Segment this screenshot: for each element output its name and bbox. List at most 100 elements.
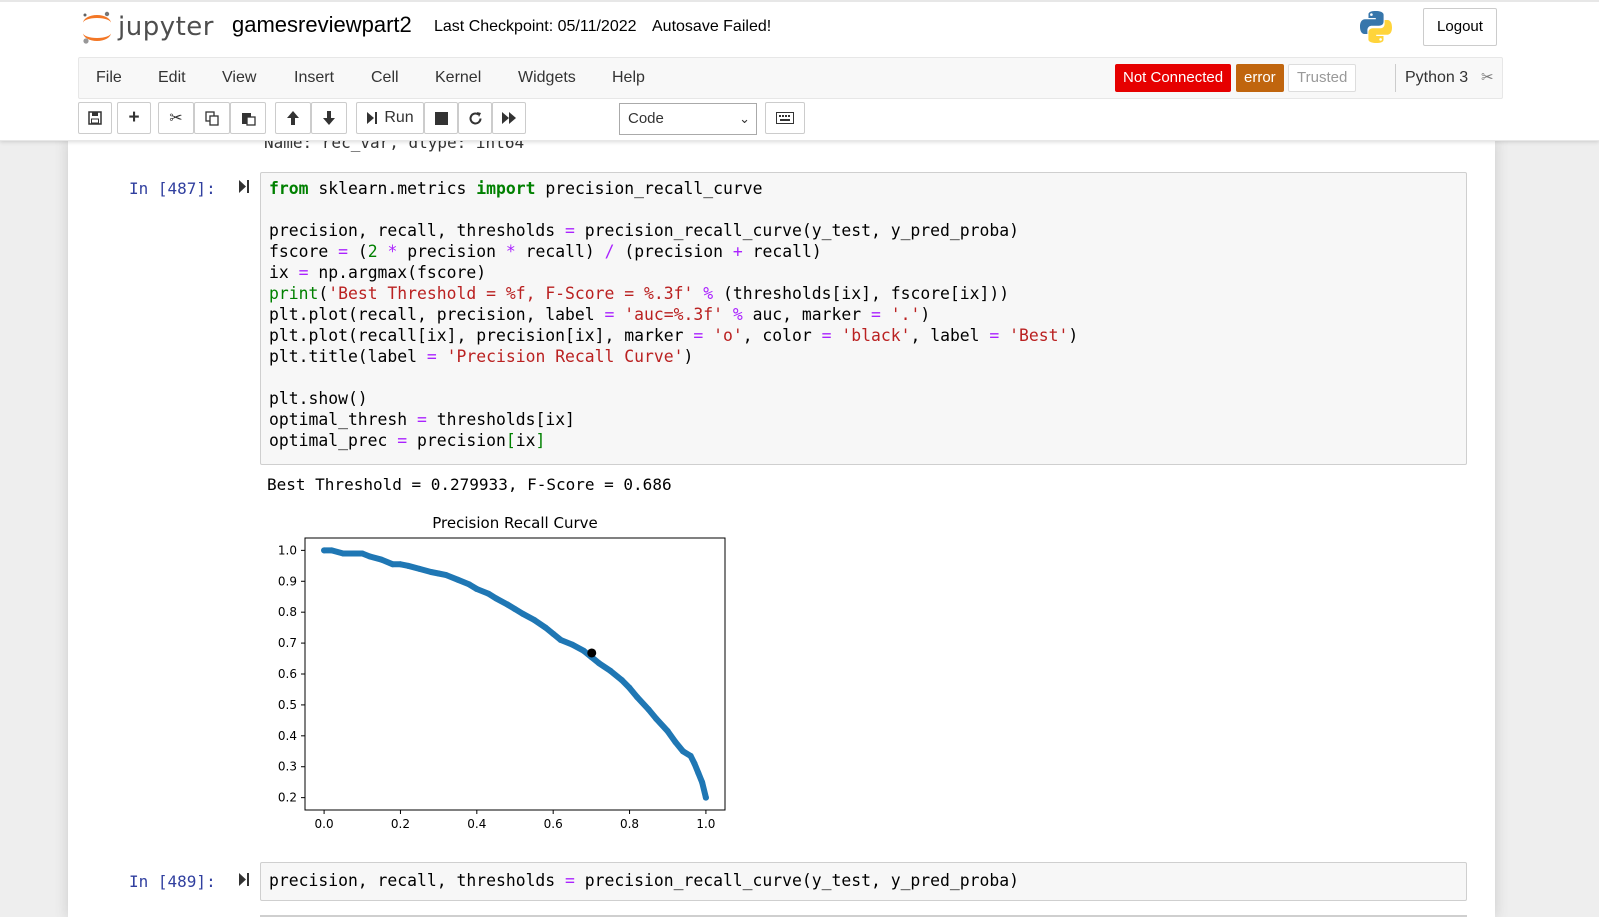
cut-button[interactable]: ✂ (158, 102, 194, 134)
code-line: optimal_prec = precision[ix] (269, 431, 546, 450)
code-line: plt.plot(recall[ix], precision[ix], mark… (269, 326, 1079, 345)
pr-curve-point (618, 677, 625, 684)
cell-prompt: In [487]: (129, 179, 216, 198)
run-cell-icon[interactable] (238, 179, 250, 198)
menu-insert[interactable]: Insert (294, 69, 334, 87)
checkpoint-status: Last Checkpoint: 05/11/2022 (434, 18, 637, 35)
code-line: fscore = (2 * precision * recall) / (pre… (269, 242, 822, 261)
jupyter-logo-icon (83, 11, 111, 44)
menu-file[interactable]: File (96, 69, 122, 87)
pr-curve-point (580, 647, 587, 654)
code-line: precision, recall, thresholds = precisio… (269, 221, 1019, 240)
pr-curve-point (569, 641, 576, 648)
restart-button[interactable] (458, 102, 492, 134)
pr-curve-point (687, 752, 694, 759)
precision-recall-chart: Precision Recall Curve 0.0 0.2 0.4 0.6 0.8 1.0… (268, 508, 728, 843)
move-up-button[interactable] (275, 102, 311, 134)
autosave-status: Autosave Failed! (652, 18, 772, 35)
pr-curve-point (359, 550, 366, 557)
save-button[interactable] (78, 102, 112, 134)
pr-curve-point (473, 586, 480, 592)
cell-type-select[interactable]: Code ⌄ (619, 103, 757, 135)
y-tick-label: 1.0 (278, 543, 297, 557)
chart-svg: Precision Recall Curve 0.0 0.2 0.4 0.6 0.8 1.0… (278, 514, 726, 831)
code-line: ix = np.argmax(fscore) (269, 263, 487, 282)
code-line: plt.show() (269, 389, 368, 408)
pr-curve-point (454, 576, 461, 583)
run-cell-icon[interactable] (238, 872, 250, 891)
y-tick-label: 0.9 (278, 574, 297, 588)
y-tick-label: 0.4 (278, 729, 297, 743)
menu-kernel[interactable]: Kernel (435, 69, 481, 87)
code-line: plt.title(label = 'Precision Recall Curv… (269, 347, 694, 366)
menu-view[interactable]: View (222, 69, 256, 87)
code-line: print('Best Threshold = %f, F-Score = %.… (269, 284, 1010, 303)
trusted-badge[interactable]: Trusted (1288, 64, 1357, 92)
notebook-header: jupyter gamesreviewpart2 Last Checkpoint… (0, 0, 1599, 141)
refresh-icon (469, 111, 481, 124)
y-tick-label: 0.8 (278, 605, 297, 619)
insert-cell-button[interactable]: + (117, 102, 151, 134)
y-tick-label: 0.6 (278, 667, 297, 681)
arrow-down-icon (323, 111, 335, 125)
y-tick-label: 0.2 (278, 791, 297, 805)
pr-curve-point (466, 581, 473, 588)
kernel-disconnected-icon: ✂ (1481, 69, 1494, 86)
pr-curve-point (699, 779, 706, 786)
y-tick-label: 0.3 (278, 760, 297, 774)
restart-run-all-button[interactable] (492, 102, 526, 134)
python-logo-icon (1358, 9, 1394, 50)
cell-prompt: In [489]: (129, 872, 216, 891)
x-tick-label: 1.0 (696, 817, 715, 831)
code-cell-input[interactable]: from sklearn.metrics import precision_re… (260, 172, 1467, 465)
jupyter-logo-text: jupyter (118, 12, 214, 42)
error-badge[interactable]: error (1236, 64, 1284, 92)
pr-curve-point (519, 610, 526, 617)
best-threshold-point (587, 648, 597, 658)
pr-curve-point (645, 706, 652, 713)
pr-curve-point (397, 561, 404, 568)
copy-button[interactable] (194, 102, 230, 134)
plot-area (304, 537, 726, 811)
top-border (0, 0, 1599, 2)
menu-cell[interactable]: Cell (371, 69, 399, 87)
chart-title: Precision Recall Curve (432, 514, 597, 532)
code-line: plt.plot(recall, precision, label = 'auc… (269, 305, 931, 324)
pr-curve-point (328, 547, 335, 554)
kernel-divider (1395, 64, 1396, 92)
pr-curve-point (405, 562, 412, 569)
pr-curve-point (492, 595, 499, 602)
move-down-button[interactable] (311, 102, 347, 134)
command-palette-button[interactable] (765, 102, 805, 134)
pr-curve-point (550, 630, 557, 637)
x-tick-label: 0.2 (391, 817, 410, 831)
pr-curve-point (596, 660, 602, 667)
paste-button[interactable] (230, 102, 266, 134)
cell-type-value: Code (628, 110, 664, 127)
kernel-name: Python 3 (1405, 69, 1469, 86)
y-tick-label: 0.7 (278, 636, 297, 650)
not-connected-badge[interactable]: Not Connected (1115, 64, 1232, 92)
pr-curve-point (504, 601, 511, 608)
code-line: optimal_thresh = thresholds[ix] (269, 410, 575, 429)
pr-curve-point (435, 570, 442, 577)
scissors-icon: ✂ (169, 110, 183, 127)
plus-icon: + (128, 107, 140, 128)
notebook-name[interactable]: gamesreviewpart2 (232, 12, 412, 38)
run-button[interactable]: Run (356, 102, 424, 134)
menu-widgets[interactable]: Widgets (518, 69, 576, 87)
pr-curve-point (340, 550, 347, 557)
interrupt-button[interactable] (424, 102, 458, 134)
menu-help[interactable]: Help (612, 69, 645, 87)
menubar: File Edit View Insert Cell Kernel Widget… (78, 57, 1503, 99)
run-label: Run (384, 109, 414, 126)
pr-curve-point (428, 569, 434, 575)
code-cell-input[interactable]: precision, recall, thresholds = precisio… (260, 862, 1467, 901)
step-forward-icon (367, 112, 378, 124)
pr-curve-point (626, 684, 633, 691)
logout-button[interactable]: Logout (1423, 8, 1497, 46)
pr-curve-point (542, 624, 549, 631)
keyboard-icon (776, 112, 794, 124)
menu-edit[interactable]: Edit (158, 69, 186, 87)
jupyter-logo[interactable]: jupyter (80, 8, 214, 46)
